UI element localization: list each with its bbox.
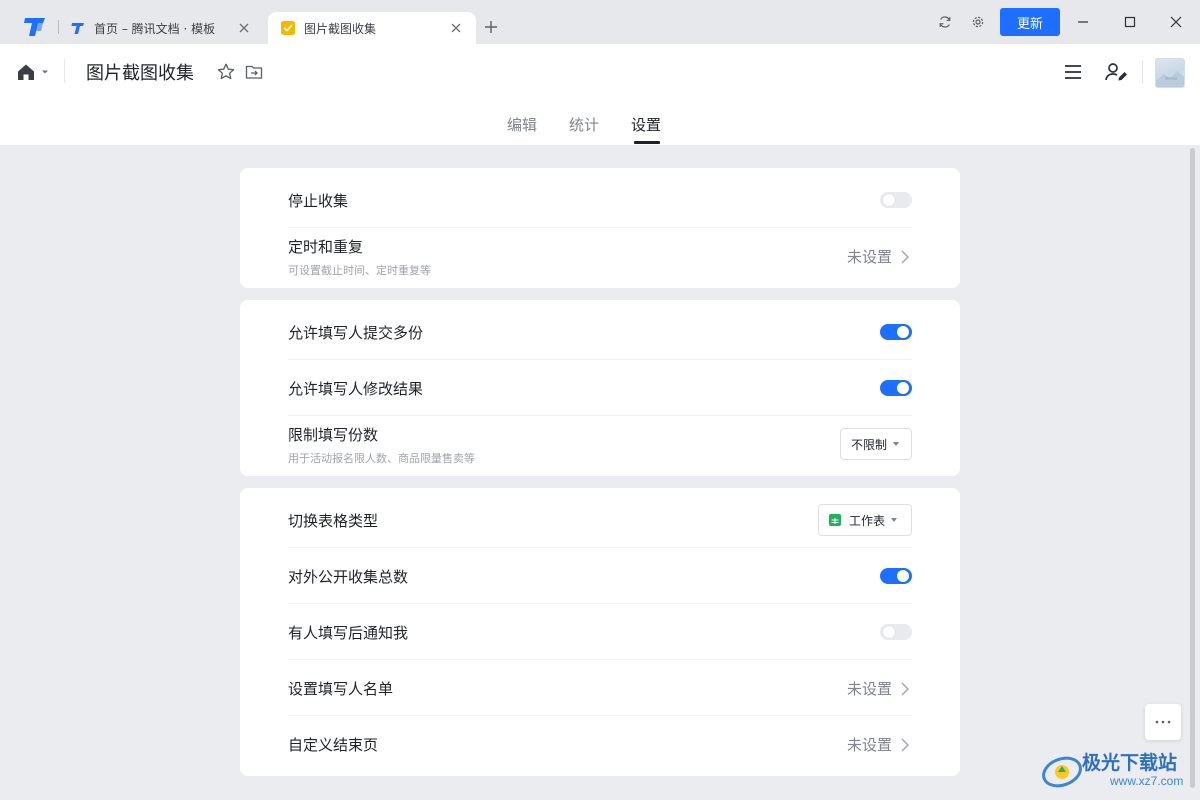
table-type-dropdown[interactable]: 工作表 [818, 504, 912, 536]
setting-subtitle: 用于活动报名限人数、商品限量售卖等 [288, 452, 475, 465]
limit-count-dropdown[interactable]: 不限制 [840, 428, 912, 460]
scrollbar[interactable] [1190, 148, 1195, 788]
setting-row-multi-submit: 允许填写人提交多份 [288, 304, 912, 360]
collaborators-icon[interactable] [1104, 61, 1128, 83]
setting-title: 自定义结束页 [288, 736, 379, 754]
menu-icon[interactable] [1062, 61, 1084, 83]
minimize-icon[interactable] [1073, 12, 1093, 32]
close-window-icon[interactable] [1166, 12, 1186, 32]
caret-down-icon [891, 518, 898, 522]
gear-icon[interactable] [970, 14, 986, 30]
avatar[interactable] [1155, 58, 1185, 88]
setting-title: 切换表格类型 [288, 512, 379, 530]
home-icon [18, 64, 34, 80]
fillers-list-value[interactable]: 未设置 [847, 678, 912, 699]
setting-row-public-total: 对外公开收集总数 [288, 548, 912, 604]
watermark-url: www.xz7.com [1110, 774, 1184, 788]
tab-label: 首页 – 腾讯文档 · 模板 [94, 21, 216, 36]
tab-home-templates[interactable]: 首页 – 腾讯文档 · 模板 [66, 12, 264, 44]
tab-label: 图片截图收集 [304, 21, 377, 36]
chevron-right-icon [901, 250, 909, 263]
setting-title: 限制填写份数 [288, 426, 379, 444]
page-title[interactable]: 图片截图收集 [86, 59, 194, 85]
setting-row-stop-collect: 停止收集 [288, 172, 912, 228]
divider [64, 59, 65, 83]
public-total-toggle[interactable] [880, 568, 912, 584]
document-header: 图片截图收集 编辑 统计 设置 [0, 44, 1200, 145]
sheet-icon [829, 514, 841, 526]
home-button[interactable] [16, 62, 52, 82]
notify-me-toggle[interactable] [880, 624, 912, 640]
settings-card-general: 切换表格类型 工作表 对外公开收集总数 有人填写后通知我 设置填写人名单 未设置… [240, 488, 960, 776]
setting-title: 停止收集 [288, 192, 349, 210]
chevron-right-icon [901, 738, 909, 751]
setting-value: 未设置 [846, 680, 892, 698]
divider [1142, 60, 1143, 84]
sub-tab-bar: 编辑 统计 设置 [0, 108, 1200, 145]
setting-row-schedule[interactable]: 定时和重复 可设置截止时间、定时重复等 未设置 [288, 228, 912, 288]
more-options-button[interactable] [1145, 704, 1181, 740]
star-icon[interactable] [216, 62, 236, 82]
form-doc-icon [281, 21, 295, 35]
setting-title: 设置填写人名单 [288, 680, 394, 698]
watermark-text: 极光下载站 [1082, 752, 1178, 774]
setting-value: 未设置 [846, 248, 892, 266]
setting-title: 有人填写后通知我 [288, 624, 409, 642]
caret-down-icon [893, 442, 900, 446]
maximize-icon[interactable] [1120, 12, 1140, 32]
chevron-down-icon [42, 70, 48, 74]
close-tab-icon[interactable] [448, 20, 464, 36]
schedule-value[interactable]: 未设置 [847, 246, 912, 267]
tab-separator [58, 20, 59, 34]
move-to-folder-icon[interactable] [244, 62, 264, 82]
ellipsis-icon [1155, 720, 1171, 724]
settings-card-collection: 停止收集 定时和重复 可设置截止时间、定时重复等 未设置 [240, 168, 960, 288]
tab-edit[interactable]: 编辑 [507, 114, 537, 135]
dropdown-value: 工作表 [849, 513, 886, 528]
sync-icon[interactable] [937, 14, 953, 30]
close-tab-icon[interactable] [236, 20, 252, 36]
title-bar: 首页 – 腾讯文档 · 模板 图片截图收集 更新 [0, 0, 1200, 44]
setting-row-fillers-list[interactable]: 设置填写人名单 未设置 [288, 660, 912, 716]
update-button[interactable]: 更新 [1000, 8, 1060, 36]
setting-title: 对外公开收集总数 [288, 568, 409, 586]
end-page-value[interactable]: 未设置 [847, 734, 912, 755]
dropdown-value: 不限制 [851, 437, 888, 452]
setting-value: 未设置 [846, 736, 892, 754]
new-tab-plus-icon[interactable] [482, 18, 500, 36]
watermark: 极光下载站 www.xz7.com [1040, 746, 1196, 794]
tab-statistics[interactable]: 统计 [569, 114, 599, 135]
tencent-docs-logo-icon[interactable] [22, 14, 48, 40]
setting-row-notify-me: 有人填写后通知我 [288, 604, 912, 660]
setting-title: 允许填写人提交多份 [288, 324, 424, 342]
modify-result-toggle[interactable] [880, 380, 912, 396]
setting-title: 定时和重复 [288, 238, 364, 256]
active-tab-indicator [634, 141, 660, 144]
chevron-right-icon [901, 682, 909, 695]
setting-row-table-type: 切换表格类型 工作表 [288, 492, 912, 548]
multi-submit-toggle[interactable] [880, 324, 912, 340]
avatar-image-icon [1156, 71, 1184, 87]
setting-row-modify-result: 允许填写人修改结果 [288, 360, 912, 416]
setting-row-limit-count: 限制填写份数 用于活动报名限人数、商品限量售卖等 不限制 [288, 416, 912, 476]
tencent-docs-tab-icon [71, 23, 84, 34]
stop-collect-toggle[interactable] [880, 192, 912, 208]
setting-row-end-page[interactable]: 自定义结束页 未设置 [288, 716, 912, 772]
settings-card-submission: 允许填写人提交多份 允许填写人修改结果 限制填写份数 用于活动报名限人数、商品限… [240, 300, 960, 476]
watermark-logo-icon [1042, 756, 1082, 788]
tab-image-collection[interactable]: 图片截图收集 [268, 12, 476, 44]
tab-settings[interactable]: 设置 [631, 114, 661, 135]
setting-subtitle: 可设置截止时间、定时重复等 [288, 264, 431, 277]
setting-title: 允许填写人修改结果 [288, 380, 424, 398]
